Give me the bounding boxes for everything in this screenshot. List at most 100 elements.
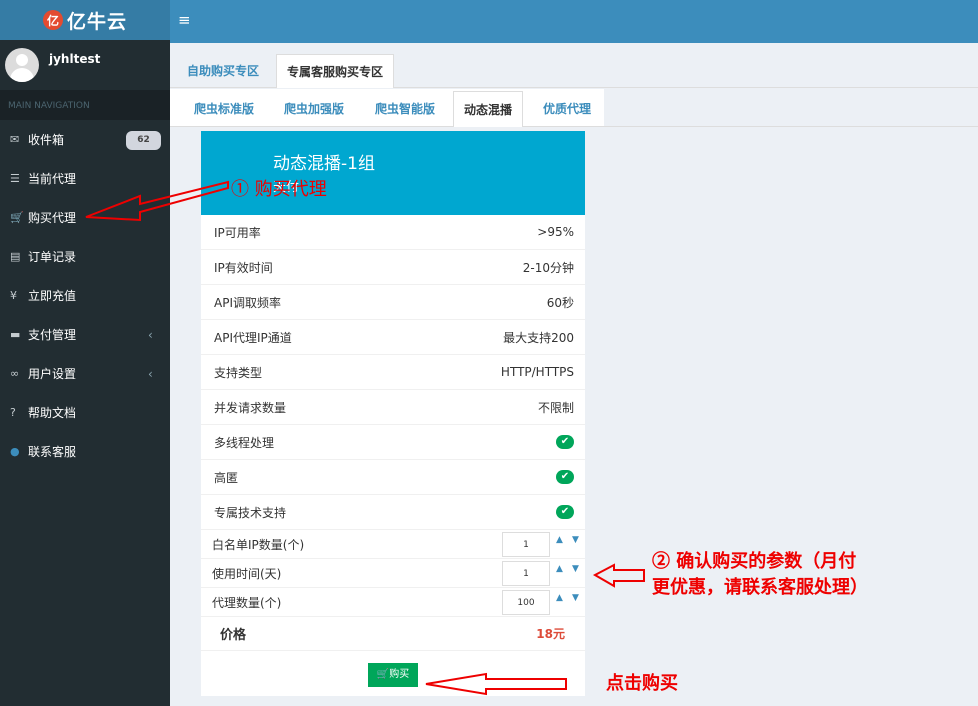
annotation-step-2: ② 确认购买的参数（月付 更优惠，请联系客服处理）	[652, 549, 868, 601]
cart-icon: 🛒	[10, 211, 24, 224]
sub-tabs: 爬虫标准版 爬虫加强版 爬虫智能版 动态混播 优质代理	[170, 89, 978, 127]
sidebar-item-help[interactable]: ? 帮助文档	[0, 393, 170, 432]
quantity-row-days: 使用时间(天) ▲ ▼	[201, 559, 585, 588]
nav-header: MAIN NAVIGATION	[0, 90, 170, 120]
buy-button[interactable]: 🛒购买	[368, 663, 418, 687]
list-icon: ☰	[10, 172, 20, 185]
sidebar-item-user-settings[interactable]: ∞ 用户设置 ‹	[0, 354, 170, 393]
buy-button-label: 购买	[389, 669, 410, 680]
annotation-arrow-2	[592, 563, 645, 588]
feature-label: IP有效时间	[214, 260, 273, 275]
tab-self-service[interactable]: 自助购买专区	[177, 54, 269, 88]
feature-row: IP可用率 >95%	[201, 215, 585, 250]
user-panel: jyhltest	[0, 40, 170, 90]
sidebar-item-inbox[interactable]: ✉ 收件箱 62	[0, 120, 170, 159]
user-name: jyhltest	[49, 52, 101, 66]
quantity-row-proxies: 代理数量(个) ▲ ▼	[201, 588, 585, 617]
feature-row: 专属技术支持 ✔	[201, 495, 585, 530]
check-icon: ✔	[556, 470, 574, 484]
sidebar-item-label: 购买代理	[28, 211, 77, 225]
sidebar-item-current-proxy[interactable]: ☰ 当前代理	[0, 159, 170, 198]
feature-value: 最大支持200	[503, 330, 574, 345]
feature-row: 支持类型 HTTP/HTTPS	[201, 355, 585, 390]
sidebar-item-label: 订单记录	[28, 250, 77, 264]
feature-label: 高匿	[214, 470, 239, 485]
sidebar-item-label: 支付管理	[28, 328, 77, 342]
inbox-count-badge: 62	[126, 131, 161, 150]
feature-row: 多线程处理 ✔	[201, 425, 585, 460]
tab-crawler-smart[interactable]: 爬虫智能版	[365, 91, 445, 127]
credit-card-icon: ▬	[10, 328, 21, 341]
whitelist-ip-count-input[interactable]	[502, 532, 550, 557]
annotation-step-1: ① 购买代理	[231, 179, 327, 200]
check-icon: ✔	[556, 435, 574, 449]
annotation-step-2-line-2: 更优惠，请联系客服处理）	[652, 577, 868, 598]
feature-value: 2-10分钟	[522, 260, 574, 275]
sidebar-item-buy-proxy[interactable]: 🛒 购买代理	[0, 198, 170, 237]
price-row: 价格 18元	[201, 617, 585, 651]
main-tabs: 自助购买专区 专属客服购买专区	[170, 43, 978, 88]
feature-row: IP有效时间 2-10分钟	[201, 250, 585, 285]
price-value: 18元	[536, 627, 565, 641]
usage-days-input[interactable]	[502, 561, 550, 586]
increment-icon[interactable]: ▲	[556, 535, 563, 545]
envelope-icon: ✉	[10, 133, 20, 146]
price-label: 价格	[220, 628, 247, 643]
feature-label: 并发请求数量	[214, 400, 287, 415]
question-icon: ?	[10, 406, 16, 419]
sidebar-item-label: 立即充值	[28, 289, 77, 303]
increment-icon[interactable]: ▲	[556, 593, 563, 603]
table-icon: ▤	[10, 250, 21, 263]
quantity-label: 使用时间(天)	[212, 566, 282, 581]
sidebar-item-payment[interactable]: ▬ 支付管理 ‹	[0, 315, 170, 354]
sidebar-item-label: 帮助文档	[28, 406, 77, 420]
feature-label: 支持类型	[214, 365, 263, 380]
sidebar-item-recharge[interactable]: ¥ 立即充值	[0, 276, 170, 315]
sidebar-item-orders[interactable]: ▤ 订单记录	[0, 237, 170, 276]
annotation-step-3: 点击购买	[606, 673, 678, 694]
feature-value: 60秒	[546, 295, 574, 310]
chevron-left-icon: ‹	[148, 327, 153, 342]
yen-icon: ¥	[10, 289, 17, 302]
quantity-label: 代理数量(个)	[212, 595, 282, 610]
tab-crawler-standard[interactable]: 爬虫标准版	[184, 91, 264, 127]
feature-label: API调取频率	[214, 295, 281, 310]
brand-name: 亿牛云	[66, 10, 127, 33]
bell-icon: ●	[10, 445, 20, 458]
feature-value: >95%	[537, 225, 574, 239]
hamburger-icon[interactable]: ≡	[178, 11, 191, 29]
feature-label: 专属技术支持	[214, 505, 287, 520]
brand-logo[interactable]: 亿 亿牛云	[0, 0, 170, 40]
check-icon: ✔	[556, 505, 574, 519]
feature-label: 多线程处理	[214, 435, 275, 450]
quantity-label: 白名单IP数量(个)	[212, 537, 305, 552]
tab-crawler-enhanced[interactable]: 爬虫加强版	[274, 91, 354, 127]
tab-dynamic-mix[interactable]: 动态混播	[453, 91, 524, 127]
tab-quality-proxy[interactable]: 优质代理	[533, 91, 601, 127]
card-title: 动态混播-1组	[273, 154, 375, 174]
tab-dedicated-service[interactable]: 专属客服购买专区	[276, 54, 395, 88]
product-card: 动态混播-1组 天付 IP可用率 >95% IP有效时间 2-10分钟 API调取频…	[201, 131, 585, 696]
sidebar-item-label: 收件箱	[28, 133, 65, 147]
feature-value: 不限制	[537, 400, 574, 415]
sidebar-item-label: 当前代理	[28, 172, 77, 186]
card-header: 动态混播-1组 天付	[201, 131, 585, 215]
logo-mark: 亿	[42, 10, 63, 30]
decrement-icon[interactable]: ▼	[572, 564, 579, 574]
quantity-row-whitelist: 白名单IP数量(个) ▲ ▼	[201, 530, 585, 559]
feature-value: HTTP/HTTPS	[500, 365, 574, 379]
feature-label: IP可用率	[214, 225, 261, 240]
link-icon: ∞	[10, 367, 20, 380]
cart-icon: 🛒	[376, 669, 390, 680]
increment-icon[interactable]: ▲	[556, 564, 563, 574]
feature-row: 高匿 ✔	[201, 460, 585, 495]
annotation-step-2-line-1: ② 确认购买的参数（月付	[652, 551, 857, 572]
chevron-left-icon: ‹	[148, 366, 153, 381]
feature-label: API代理IP通道	[214, 330, 292, 345]
proxy-count-input[interactable]	[502, 590, 550, 615]
decrement-icon[interactable]: ▼	[572, 593, 579, 603]
feature-row: API调取频率 60秒	[201, 285, 585, 320]
feature-row: API代理IP通道 最大支持200	[201, 320, 585, 355]
decrement-icon[interactable]: ▼	[572, 535, 579, 545]
sidebar-item-support[interactable]: ● 联系客服	[0, 432, 170, 471]
